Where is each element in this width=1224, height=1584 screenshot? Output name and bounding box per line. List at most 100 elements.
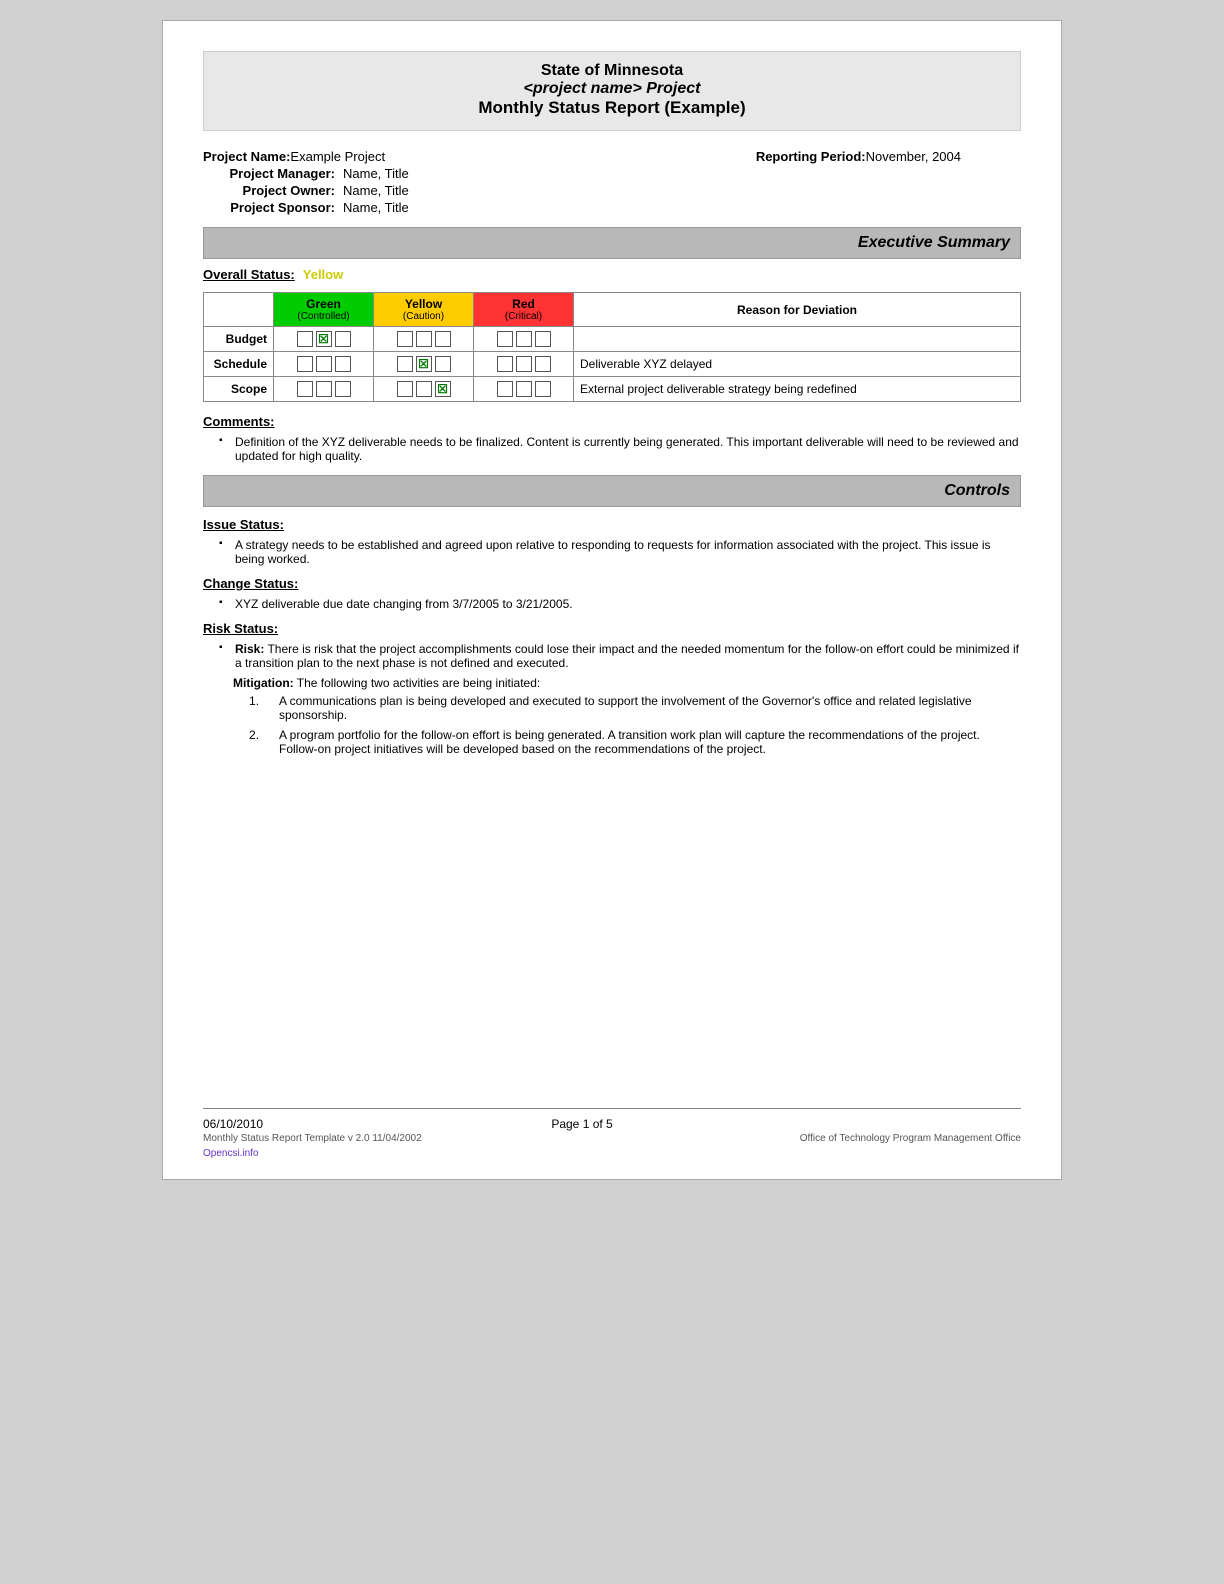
executive-summary-header: Executive Summary [203,227,1021,259]
mitigation-list: A communications plan is being developed… [233,694,1021,756]
project-info-row-owner: Project Owner: Name, Title [203,183,1021,198]
risk-status-label: Risk Status: [203,621,1021,636]
mitigation-section: Mitigation: The following two activities… [233,676,1021,756]
controls-section: Issue Status: A strategy needs to be est… [203,517,1021,756]
budget-green-cb2: ☒ [316,331,332,347]
issue-list: A strategy needs to be established and a… [203,538,1021,566]
scope-red-cb1 [497,381,513,397]
budget-red [474,327,574,352]
project-owner-value: Name, Title [343,183,409,198]
schedule-green-cb3 [335,356,351,372]
table-row-budget: Budget ☒ [204,327,1021,352]
footer-template: Monthly Status Report Template v 2.0 11/… [203,1133,422,1144]
project-info-row-manager: Project Manager: Name, Title [203,166,1021,181]
comment-item-1: Definition of the XYZ deliverable needs … [223,435,1021,463]
scope-yellow-cb2 [416,381,432,397]
schedule-green-cb1 [297,356,313,372]
scope-label: Scope [204,377,274,402]
schedule-reason: Deliverable XYZ delayed [574,352,1021,377]
scope-yellow: ☒ [374,377,474,402]
risk-list: Risk: There is risk that the project acc… [203,642,1021,670]
project-info-row-sponsor: Project Sponsor: Name, Title [203,200,1021,215]
budget-yellow-cb1 [397,331,413,347]
schedule-green [274,352,374,377]
comments-label: Comments: [203,414,1021,429]
budget-green: ☒ [274,327,374,352]
budget-red-cb3 [535,331,551,347]
scope-red-cb2 [516,381,532,397]
footer: 06/10/2010 Page 1 of 5 Monthly Status Re… [203,1108,1021,1159]
scope-green-cb3 [335,381,351,397]
project-info: Project Name: Example Project Reporting … [203,149,1021,217]
header-green: Green (Controlled) [274,293,374,327]
schedule-red-cb3 [535,356,551,372]
reporting-period-label: Reporting Period: [756,149,866,164]
project-info-row-name: Project Name: Example Project Reporting … [203,149,1021,164]
overall-status-label: Overall Status: [203,267,295,282]
issue-item-1: A strategy needs to be established and a… [223,538,1021,566]
comments-section: Comments: Definition of the XYZ delivera… [203,414,1021,463]
scope-yellow-cb1 [397,381,413,397]
scope-red [474,377,574,402]
scope-green-cb1 [297,381,313,397]
risk-text: There is risk that the project accomplis… [235,642,1019,670]
change-list: XYZ deliverable due date changing from 3… [203,597,1021,611]
schedule-red-cb1 [497,356,513,372]
project-owner-label: Project Owner: [203,183,343,198]
budget-reason [574,327,1021,352]
project-manager-value: Name, Title [343,166,409,181]
issue-status-label: Issue Status: [203,517,1021,532]
mitigation-prefix: Mitigation: [233,676,294,690]
budget-yellow-cb3 [435,331,451,347]
schedule-yellow-cb2: ☒ [416,356,432,372]
header-reason: Reason for Deviation [574,293,1021,327]
executive-summary-title: Executive Summary [858,234,1010,251]
project-sponsor-value: Name, Title [343,200,409,215]
project-name-value: Example Project [290,149,385,164]
schedule-red [474,352,574,377]
header-line1: State of Minnesota [224,62,1000,80]
budget-red-cb2 [516,331,532,347]
change-status-label: Change Status: [203,576,1021,591]
budget-green-cb3 [335,331,351,347]
budget-yellow [374,327,474,352]
reporting-period-value: November, 2004 [866,149,961,164]
project-name-label: Project Name: [203,149,290,164]
schedule-yellow-cb3 [435,356,451,372]
scope-green [274,377,374,402]
main-content: Overall Status: Yellow Green (Controlled… [203,267,1021,1108]
header-section: State of Minnesota <project name> Projec… [203,51,1021,131]
status-table: Green (Controlled) Yellow (Caution) Red … [203,292,1021,402]
footer-office: Office of Technology Program Management … [800,1133,1021,1144]
header-yellow: Yellow (Caution) [374,293,474,327]
header-red: Red (Critical) [474,293,574,327]
project-sponsor-label: Project Sponsor: [203,200,343,215]
schedule-label: Schedule [204,352,274,377]
controls-header: Controls [203,475,1021,507]
page: State of Minnesota <project name> Projec… [162,20,1062,1180]
mitigation-item-2: A program portfolio for the follow-on ef… [263,728,1021,756]
budget-yellow-cb2 [416,331,432,347]
overall-status-value: Yellow [303,267,343,282]
schedule-green-cb2 [316,356,332,372]
budget-red-cb1 [497,331,513,347]
comments-list: Definition of the XYZ deliverable needs … [203,435,1021,463]
table-row-scope: Scope ☒ [204,377,1021,402]
header-line2: <project name> Project [224,80,1000,98]
overall-status-row: Overall Status: Yellow [203,267,1021,282]
controls-title: Controls [944,482,1010,499]
footer-date: 06/10/2010 [203,1117,263,1131]
schedule-yellow-cb1 [397,356,413,372]
scope-yellow-cb3: ☒ [435,381,451,397]
footer-bottom: Monthly Status Report Template v 2.0 11/… [203,1133,1021,1144]
header-line3: Monthly Status Report (Example) [224,98,1000,118]
risk-prefix: Risk: [235,642,264,656]
scope-reason: External project deliverable strategy be… [574,377,1021,402]
risk-item-1: Risk: There is risk that the project acc… [223,642,1021,670]
budget-label: Budget [204,327,274,352]
table-row-schedule: Schedule ☒ [204,352,1021,377]
schedule-red-cb2 [516,356,532,372]
project-manager-label: Project Manager: [203,166,343,181]
footer-page: Page 1 of 5 [551,1117,612,1131]
mitigation-text: The following two activities are being i… [294,676,541,690]
